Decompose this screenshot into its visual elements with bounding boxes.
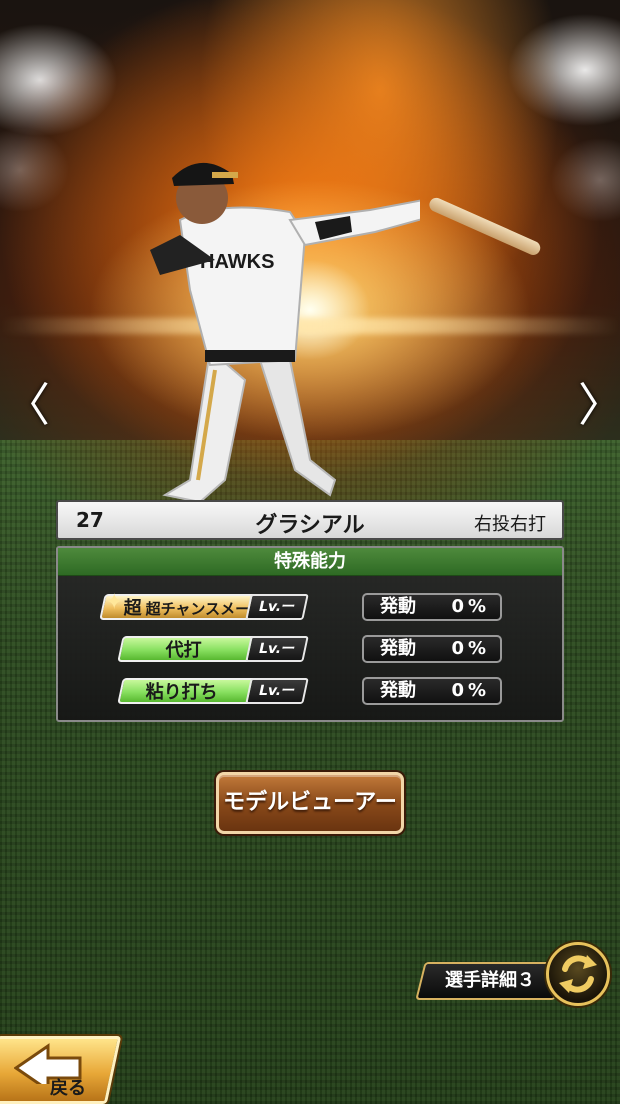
back-label: 戻る <box>50 1078 86 1099</box>
activation-rate: 発動 0% <box>362 635 502 663</box>
ability-level: Lv.ー <box>245 636 309 662</box>
ability-row[interactable]: ✦ 超 超チャンスメーカー Lv.ー 発動 0% <box>58 590 562 622</box>
player-detail-label: 選手詳細３ <box>445 970 535 991</box>
activation-label: 発動 <box>380 680 416 701</box>
player-artwork: HAWKS <box>150 162 420 504</box>
next-player-arrow-icon[interactable]: 〉 <box>578 380 620 430</box>
ability-row[interactable]: 粘り打ち Lv.ー 発動 0% <box>58 676 562 706</box>
ability-level: Lv.ー <box>245 594 309 620</box>
activation-label: 発動 <box>380 596 416 617</box>
ability-name: 代打 <box>165 640 202 661</box>
activation-value: 0% <box>451 680 490 701</box>
activation-value: 0% <box>451 596 490 617</box>
player-card-screen: HAWKS 〈 〉 27 グラシアル 右投右打 特殊能力 ✦ 超 超チャンスメー… <box>0 0 620 1104</box>
ability-level: Lv.ー <box>245 678 309 704</box>
special-abilities-panel: 特殊能力 ✦ 超 超チャンスメーカー Lv.ー 発動 0% 代打 Lv.ー 発動… <box>56 546 564 722</box>
previous-player-arrow-icon[interactable]: 〈 <box>4 380 50 430</box>
ability-name: 粘り打ち <box>145 682 218 703</box>
player-info-bar: 27 グラシアル 右投右打 <box>56 500 564 540</box>
ability-row[interactable]: 代打 Lv.ー 発動 0% <box>58 634 562 664</box>
sparkle-star-icon: ✦ <box>104 590 124 615</box>
abilities-header: 特殊能力 <box>58 548 562 576</box>
activation-rate: 発動 0% <box>362 677 502 705</box>
svg-text:HAWKS: HAWKS <box>200 251 274 273</box>
throw-bat-handedness: 右投右打 <box>474 514 546 535</box>
activation-label: 発動 <box>380 638 416 659</box>
activation-value: 0% <box>451 638 490 659</box>
ability-prefix: 超 <box>123 598 142 619</box>
cycle-detail-button[interactable] <box>546 942 610 1006</box>
model-viewer-button[interactable]: モデルビューアー <box>216 772 404 834</box>
activation-rate: 発動 0% <box>362 593 502 621</box>
cycle-arrows-icon <box>559 955 597 993</box>
